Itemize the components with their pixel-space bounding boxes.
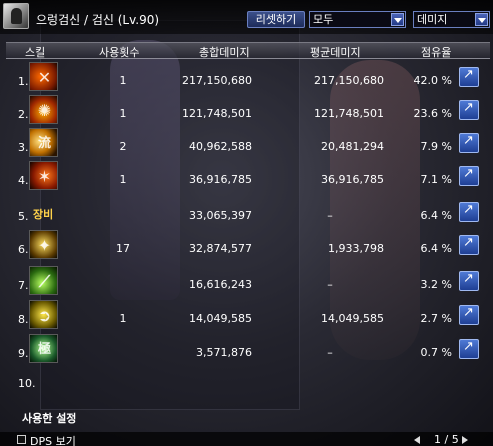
row-total-damage: 121,748,501: [182, 107, 252, 120]
table-row: 1. ✕ 1 217,150,680 217,150,680 42.0 %: [0, 62, 493, 95]
detail-button[interactable]: [459, 305, 479, 325]
row-avg-damage: 121,748,501: [314, 107, 384, 120]
row-rank: 10.: [18, 377, 36, 390]
table-row: 7. ⟋ 16,616,243 – 3.2 %: [0, 266, 493, 299]
row-share: 0.7 %: [420, 346, 452, 359]
page-prev-icon[interactable]: [414, 436, 420, 444]
row-rank: 3.: [18, 141, 29, 154]
fire-burst-skill-icon: ✺: [29, 95, 58, 124]
row-uses: 1: [119, 173, 127, 186]
row-total-damage: 3,571,876: [196, 346, 252, 359]
row-total-damage: 32,874,577: [189, 242, 252, 255]
row-total-damage: 36,916,785: [189, 173, 252, 186]
row-uses: 2: [119, 140, 127, 153]
header-uses: 사용횟수: [99, 46, 140, 59]
kanji-skill-icon: 極: [29, 334, 58, 363]
row-total-damage: 40,962,588: [189, 140, 252, 153]
row-uses: 1: [119, 312, 127, 325]
row-share: 2.7 %: [420, 312, 452, 325]
row-avg-damage: –: [327, 278, 333, 291]
row-rank: 2.: [18, 108, 29, 121]
row-share: 6.4 %: [420, 242, 452, 255]
table-row: 8. ➲ 1 14,049,585 14,049,585 2.7 %: [0, 300, 493, 333]
row-avg-damage: 20,481,294: [321, 140, 384, 153]
row-rank: 9.: [18, 347, 29, 360]
dps-view-checkbox[interactable]: [17, 435, 26, 444]
header-total-damage: 총합데미지: [199, 46, 250, 59]
equipment-label: 장비: [33, 208, 54, 221]
reset-button[interactable]: 리셋하기: [247, 11, 305, 28]
row-rank: 7.: [18, 279, 29, 292]
header-avg-damage: 평균데미지: [310, 46, 361, 59]
table-row: 9. 極 3,571,876 – 0.7 %: [0, 334, 493, 367]
row-avg-damage: 1,933,798: [328, 242, 384, 255]
character-avatar: [3, 3, 29, 29]
row-total-damage: 16,616,243: [189, 278, 252, 291]
spiral-blade-skill-icon: ➲: [29, 300, 58, 329]
blade-strike-skill-icon: ✶: [29, 161, 58, 190]
chevron-down-icon[interactable]: [391, 13, 404, 26]
row-rank: 1.: [18, 75, 29, 88]
used-settings-label: 사용한 설정: [22, 412, 77, 425]
table-header: 스킬 사용횟수 총합데미지 평균데미지 점유율: [6, 42, 490, 59]
detail-button[interactable]: [459, 133, 479, 153]
row-rank: 4.: [18, 174, 29, 187]
flame-slash-skill-icon: ✕: [29, 62, 58, 91]
row-share: 42.0 %: [413, 74, 452, 87]
detail-button[interactable]: [459, 339, 479, 359]
detail-button[interactable]: [459, 202, 479, 222]
character-name-level: 으렁검신 / 검신 (Lv.90): [36, 13, 160, 27]
row-total-damage: 217,150,680: [182, 74, 252, 87]
filter-value: 모두: [313, 13, 334, 26]
green-slash-skill-icon: ⟋: [29, 266, 58, 295]
table-row: 4. ✶ 1 36,916,785 36,916,785 7.1 %: [0, 161, 493, 194]
row-avg-damage: 217,150,680: [314, 74, 384, 87]
detail-button[interactable]: [459, 166, 479, 186]
ryu-crescent-skill-icon: 流: [29, 128, 58, 157]
row-share: 7.1 %: [420, 173, 452, 186]
filter-dropdown[interactable]: 모두: [309, 11, 406, 28]
metric-dropdown[interactable]: 데미지: [413, 11, 490, 28]
row-uses: 1: [119, 107, 127, 120]
chevron-down-icon[interactable]: [475, 13, 488, 26]
sword-dance-skill-icon: ✦: [29, 230, 58, 259]
header-share: 점유율: [421, 46, 452, 59]
header-skill: 스킬: [25, 46, 46, 59]
dps-view-label: DPS 보기: [30, 435, 76, 446]
row-share: 3.2 %: [420, 278, 452, 291]
row-avg-damage: 36,916,785: [321, 173, 384, 186]
row-rank: 5.: [18, 210, 29, 223]
table-row: 3. 流 2 40,962,588 20,481,294 7.9 %: [0, 128, 493, 161]
row-uses: 17: [116, 242, 130, 255]
metric-value: 데미지: [417, 13, 448, 26]
page-next-icon[interactable]: [462, 436, 468, 444]
row-avg-damage: –: [327, 346, 333, 359]
table-row: 2. ✺ 1 121,748,501 121,748,501 23.6 %: [0, 95, 493, 128]
row-total-damage: 33,065,397: [189, 209, 252, 222]
row-share: 23.6 %: [413, 107, 452, 120]
page-indicator: 1 / 5: [434, 433, 459, 446]
row-total-damage: 14,049,585: [189, 312, 252, 325]
row-avg-damage: 14,049,585: [321, 312, 384, 325]
row-share: 6.4 %: [420, 209, 452, 222]
table-row: 5. 장비 33,065,397 – 6.4 %: [0, 197, 493, 230]
table-row: 6. ✦ 17 32,874,577 1,933,798 6.4 %: [0, 230, 493, 263]
detail-button[interactable]: [459, 100, 479, 120]
detail-button[interactable]: [459, 235, 479, 255]
row-share: 7.9 %: [420, 140, 452, 153]
detail-button[interactable]: [459, 67, 479, 87]
row-uses: 1: [119, 74, 127, 87]
row-rank: 6.: [18, 243, 29, 256]
row-rank: 8.: [18, 313, 29, 326]
detail-button[interactable]: [459, 271, 479, 291]
row-avg-damage: –: [327, 209, 333, 222]
